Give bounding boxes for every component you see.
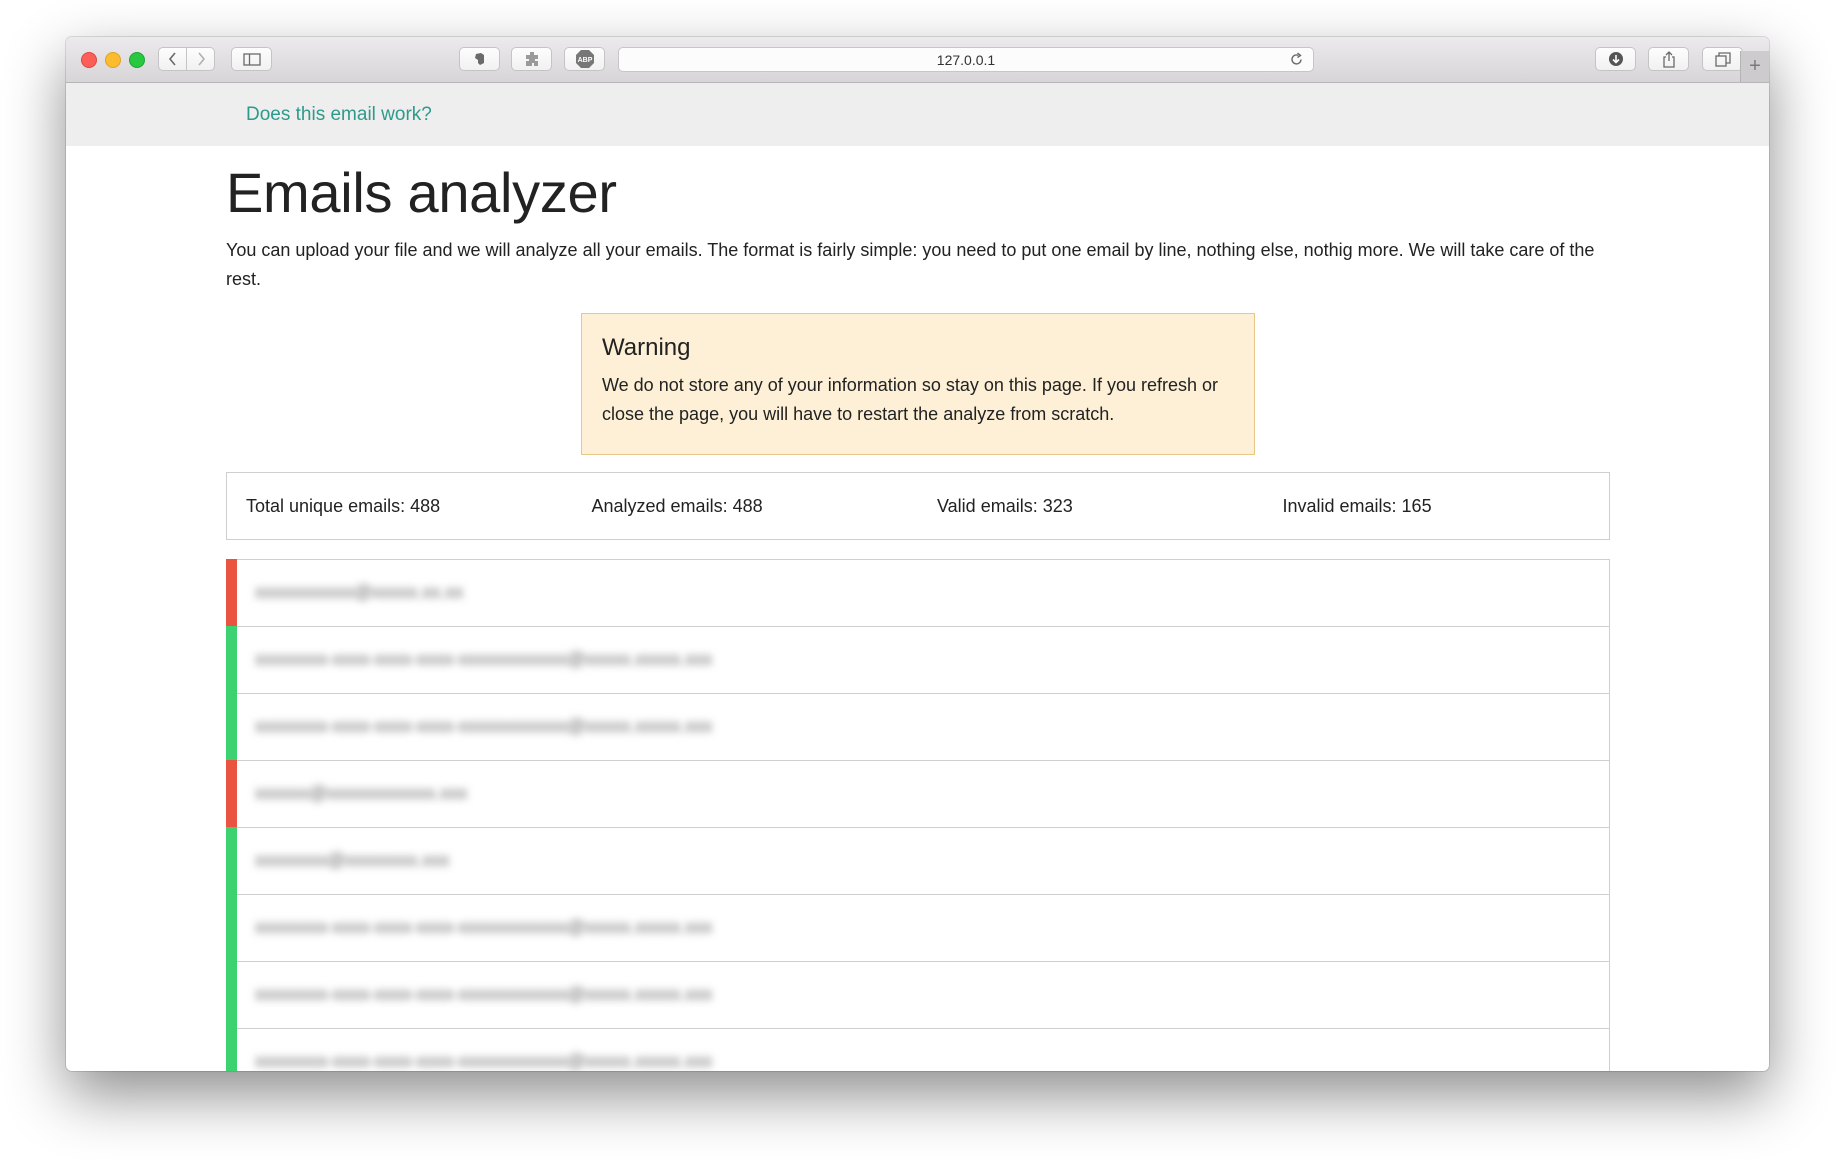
email-list: xxxxxxxxxxx@xxxxx.xx.xx xxxxxxxx-xxxx-xxx… <box>226 559 1610 1071</box>
close-window-button[interactable] <box>81 52 97 68</box>
email-row: xxxxxxxx-xxxx-xxxx-xxxx-xxxxxxxxxxxx@xxx… <box>226 626 1610 695</box>
stat-valid: Valid emails: 323 <box>918 496 1264 517</box>
valid-status-indicator <box>226 693 237 762</box>
site-navbar: Does this email work? <box>66 83 1769 146</box>
email-address: xxxxxxxx@xxxxxxxx.xxx <box>255 850 450 870</box>
valid-status-indicator <box>226 626 237 695</box>
stat-analyzed-label: Analyzed emails: <box>591 495 728 516</box>
evernote-extension-button[interactable] <box>459 47 500 71</box>
email-row: xxxxxx@xxxxxxxxxxxx.xxx <box>226 760 1610 829</box>
invalid-status-indicator <box>226 559 237 628</box>
sidebar-button[interactable] <box>231 47 272 71</box>
stat-valid-value: 323 <box>1042 495 1073 516</box>
email-address: xxxxxxxx-xxxx-xxxx-xxxx-xxxxxxxxxxxx@xxx… <box>255 984 713 1004</box>
tabs-overview-button[interactable] <box>1702 47 1743 71</box>
tabs-icon <box>1714 51 1731 67</box>
stat-analyzed-value: 488 <box>732 495 763 516</box>
email-row: xxxxxxxx-xxxx-xxxx-xxxx-xxxxxxxxxxxx@xxx… <box>226 894 1610 963</box>
email-row: xxxxxxxx-xxxx-xxxx-xxxx-xxxxxxxxxxxx@xxx… <box>226 693 1610 762</box>
email-row: xxxxxxxx-xxxx-xxxx-xxxx-xxxxxxxxxxxx@xxx… <box>226 961 1610 1030</box>
chevron-right-icon <box>197 52 205 66</box>
stat-total: Total unique emails: 488 <box>227 496 573 517</box>
valid-status-indicator <box>226 827 237 896</box>
warning-title: Warning <box>602 334 691 361</box>
minimize-window-button[interactable] <box>105 52 121 68</box>
plus-icon: + <box>1749 55 1761 77</box>
svg-text:ABP: ABP <box>577 57 592 64</box>
stat-total-value: 488 <box>410 495 441 516</box>
sidebar-icon <box>242 52 261 66</box>
email-row: xxxxxxxx@xxxxxxxx.xxx <box>226 827 1610 896</box>
new-tab-button[interactable]: + <box>1740 51 1769 82</box>
email-row: xxxxxxxx-xxxx-xxxx-xxxx-xxxxxxxxxxxx@xxx… <box>226 1028 1610 1071</box>
brand-link[interactable]: Does this email work? <box>246 104 432 126</box>
warning-text: We do not store any of your information … <box>602 375 1218 424</box>
valid-status-indicator <box>226 1028 237 1071</box>
address-bar[interactable]: 127.0.0.1 <box>618 47 1314 72</box>
adblock-extension-button[interactable]: ABP <box>564 47 605 71</box>
share-button[interactable] <box>1648 47 1689 71</box>
chevron-left-icon <box>168 52 176 66</box>
stat-valid-label: Valid emails: <box>937 495 1038 516</box>
email-row: xxxxxxxxxxx@xxxxx.xx.xx <box>226 559 1610 628</box>
stat-invalid: Invalid emails: 165 <box>1264 496 1610 517</box>
page-title: Emails analyzer <box>226 161 617 224</box>
browser-window: ABP 127.0.0.1 + Does this email work? Em… <box>66 37 1769 1071</box>
valid-status-indicator <box>226 894 237 963</box>
share-icon <box>1662 50 1675 68</box>
download-icon <box>1608 52 1623 66</box>
evernote-icon <box>474 53 484 65</box>
invalid-status-indicator <box>226 760 237 829</box>
email-address: xxxxxxxx-xxxx-xxxx-xxxx-xxxxxxxxxxxx@xxx… <box>255 649 713 669</box>
warning-alert: Warning We do not store any of your info… <box>581 313 1255 455</box>
email-address: xxxxxxxx-xxxx-xxxx-xxxx-xxxxxxxxxxxx@xxx… <box>255 716 713 736</box>
intro-text: You can upload your file and we will ana… <box>226 240 1595 289</box>
email-address: xxxxxxxx-xxxx-xxxx-xxxx-xxxxxxxxxxxx@xxx… <box>255 1051 713 1071</box>
back-button[interactable] <box>158 47 187 71</box>
stat-total-label: Total unique emails: <box>246 495 406 516</box>
email-address: xxxxxx@xxxxxxxxxxxx.xxx <box>255 783 468 803</box>
stat-analyzed: Analyzed emails: 488 <box>573 496 919 517</box>
valid-status-indicator <box>226 961 237 1030</box>
adblock-plus-icon: ABP <box>575 50 594 68</box>
puzzle-icon <box>525 52 538 66</box>
downloads-button[interactable] <box>1595 47 1636 71</box>
stats-panel: Total unique emails: 488 Analyzed emails:… <box>226 472 1610 540</box>
forward-button[interactable] <box>186 47 215 71</box>
browser-toolbar: ABP 127.0.0.1 + <box>66 37 1769 83</box>
puzzle-extension-button[interactable] <box>511 47 552 71</box>
stat-invalid-label: Invalid emails: <box>1282 495 1397 516</box>
url-text: 127.0.0.1 <box>936 51 996 68</box>
reload-icon[interactable] <box>1288 51 1305 68</box>
email-address: xxxxxxxxxxx@xxxxx.xx.xx <box>255 582 464 602</box>
zoom-window-button[interactable] <box>129 52 145 68</box>
stat-invalid-value: 165 <box>1401 495 1432 516</box>
email-address: xxxxxxxx-xxxx-xxxx-xxxx-xxxxxxxxxxxx@xxx… <box>255 917 713 937</box>
